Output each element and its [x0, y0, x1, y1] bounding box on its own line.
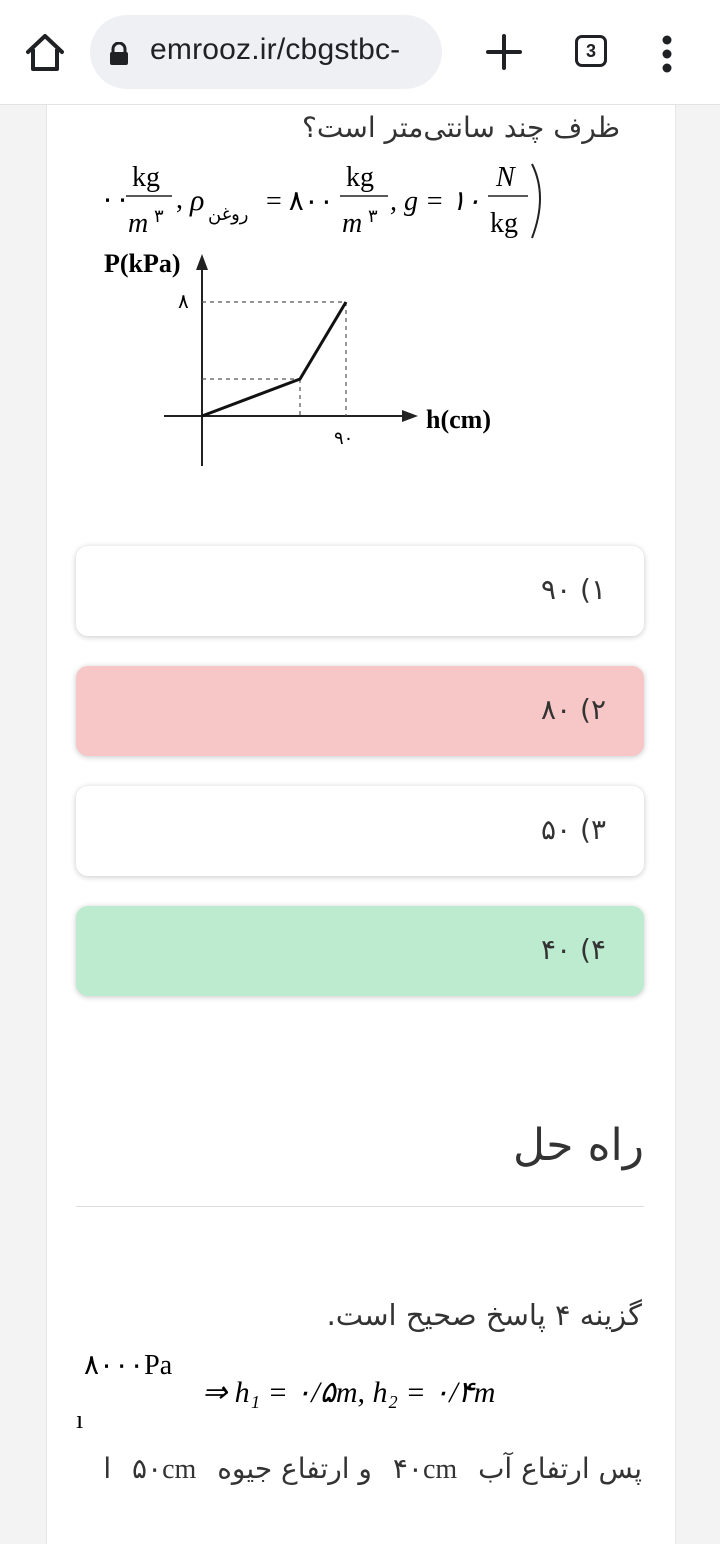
address-bar[interactable]: emrooz.ir/cbgstbc-: [90, 15, 442, 89]
solution-answer: گزینه ۴ پاسخ صحیح است.: [326, 1298, 642, 1332]
solution-math: ۸۰۰۰Pa ⇒ h₁ = ۰/۵m, h₂ = ۰/۴m ı: [76, 1340, 636, 1450]
solution-title: راه حل: [512, 1120, 644, 1171]
graph-x-tick: ۹۰: [334, 428, 353, 448]
solution-math-line: ⇒ h₁ = ۰/۵m, h₂ = ۰/۴m: [202, 1376, 495, 1409]
formula-unit-den-2: m: [342, 208, 362, 239]
question-formula: ۰۰ kg m ۳ , ρ روغن = ۸۰۰ kg m ۳ , g = ۱۰…: [96, 150, 576, 245]
formula-unit-num-2: kg: [346, 162, 374, 193]
option-3[interactable]: ۳) ۵۰: [76, 786, 644, 876]
formula-rho-water-tail: ۰۰: [100, 184, 130, 215]
option-3-label: ۳) ۵۰: [541, 813, 606, 846]
graph-xlabel: h(cm): [426, 405, 491, 434]
more-menu-icon[interactable]: [660, 34, 674, 74]
final-water: ۴۰cm: [392, 1454, 458, 1485]
tab-switcher-button[interactable]: 3: [575, 35, 607, 67]
graph-ylabel: P(kPa): [104, 249, 181, 278]
new-tab-icon[interactable]: [482, 30, 526, 74]
svg-text:,: ,: [176, 184, 183, 215]
home-icon[interactable]: [22, 30, 68, 76]
solution-math-top: ۸۰۰۰Pa: [84, 1350, 173, 1381]
option-2-label: ۲) ۸۰: [541, 693, 606, 726]
solution-math-fragment: ı: [76, 1405, 83, 1434]
formula-oil-sub: روغن: [208, 204, 249, 225]
final-and: و ارتفاع جیوه: [217, 1452, 372, 1485]
option-1-label: ۱) ۹۰: [541, 573, 606, 606]
option-4[interactable]: ۴) ۴۰: [76, 906, 644, 996]
final-tail: ا: [103, 1452, 112, 1485]
option-2[interactable]: ۲) ۸۰: [76, 666, 644, 756]
option-1[interactable]: ۱) ۹۰: [76, 546, 644, 636]
formula-g-den: kg: [490, 208, 518, 239]
option-4-label: ۴) ۴۰: [541, 933, 606, 966]
graph-y-tick: ۸: [178, 291, 189, 313]
x-axis-arrow: [402, 410, 418, 422]
question-text: ظرف چند سانتی‌متر است؟: [302, 111, 620, 144]
lock-icon: [108, 41, 130, 66]
solution-final-line: پس ارتفاع آب ۴۰cm و ارتفاع جیوه ۵۰cm ا: [103, 1452, 642, 1486]
formula-oil-value: = ۸۰۰: [266, 186, 334, 217]
formula-g-label: , g = ۱۰: [390, 186, 481, 217]
formula-unit-den: m: [128, 208, 148, 239]
final-text: پس ارتفاع آب: [478, 1452, 642, 1485]
final-mercury: ۵۰cm: [132, 1454, 197, 1485]
formula-unit-num: kg: [132, 162, 160, 193]
divider: [76, 1206, 644, 1207]
pressure-line: [201, 301, 348, 418]
formula-g-num: N: [495, 162, 516, 193]
browser-toolbar: emrooz.ir/cbgstbc- 3: [0, 0, 720, 105]
formula-exp: ۳: [154, 206, 164, 226]
formula-rho: ρ: [189, 184, 204, 217]
formula-exp-2: ۳: [368, 206, 378, 226]
url-text: emrooz.ir/cbgstbc-: [150, 33, 401, 66]
y-axis-arrow: [196, 254, 208, 270]
pressure-depth-graph: P(kPa) h(cm) ۸ ۹۰: [96, 248, 516, 478]
